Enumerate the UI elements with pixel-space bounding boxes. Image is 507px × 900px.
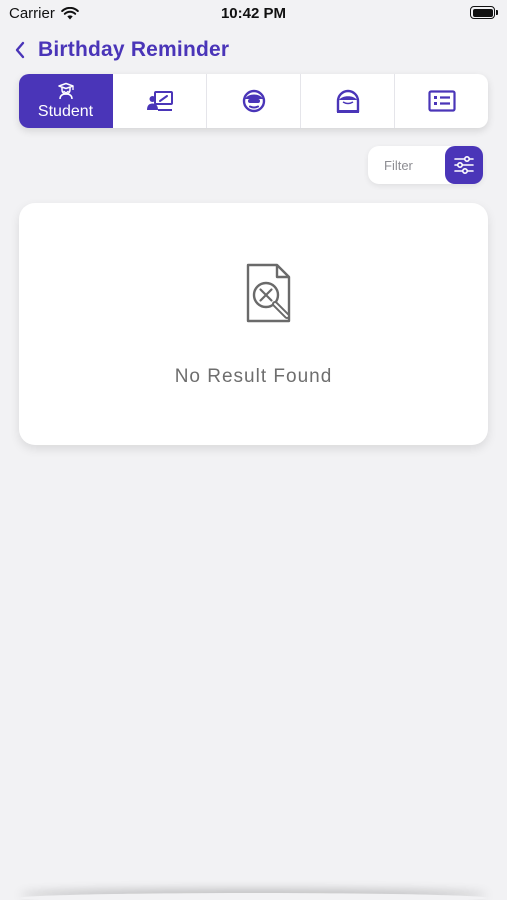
home-indicator-shadow xyxy=(20,893,487,900)
tab-student[interactable]: Student xyxy=(19,74,113,128)
parent-icon xyxy=(336,89,359,113)
category-tabs: Student xyxy=(19,74,488,128)
back-button[interactable] xyxy=(12,38,28,62)
filter-bar xyxy=(368,146,483,184)
tab-parent[interactable] xyxy=(301,74,395,128)
tab-staff[interactable] xyxy=(207,74,301,128)
graduate-icon xyxy=(57,82,74,99)
birthday-reminder-screen: Carrier 10:42 PM Birthday Reminder Stude… xyxy=(0,0,507,900)
page-title: Birthday Reminder xyxy=(38,38,230,61)
document-search-x-icon xyxy=(243,263,301,332)
filter-input[interactable] xyxy=(368,146,444,184)
tab-student-label: Student xyxy=(37,102,94,120)
empty-state-message: No Result Found xyxy=(174,366,333,387)
teacher-board-icon xyxy=(146,91,173,111)
list-card-icon xyxy=(427,90,456,112)
battery-icon xyxy=(470,6,498,19)
sliders-icon xyxy=(454,156,474,174)
filter-button[interactable] xyxy=(445,146,483,184)
tab-list[interactable] xyxy=(395,74,488,128)
results-card: No Result Found xyxy=(19,203,488,445)
staff-icon xyxy=(242,89,265,113)
tab-teacher[interactable] xyxy=(113,74,207,128)
status-bar: Carrier 10:42 PM xyxy=(0,0,507,28)
nav-header: Birthday Reminder xyxy=(12,36,229,64)
clock: 10:42 PM xyxy=(220,5,287,22)
chevron-left-icon xyxy=(15,41,25,59)
